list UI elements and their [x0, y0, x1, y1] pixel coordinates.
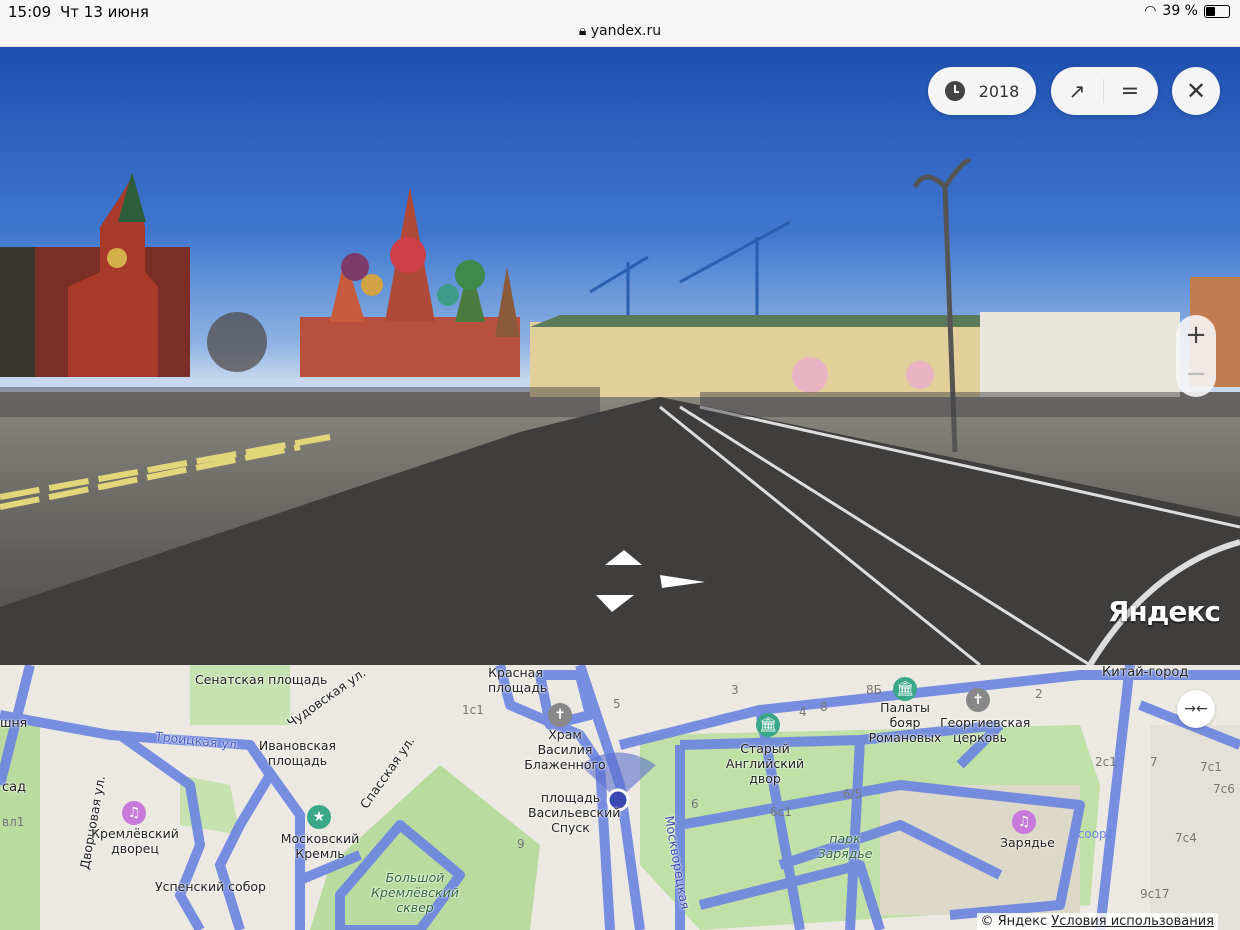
house-number: 1с1 [462, 703, 484, 717]
music-venue-icon[interactable]: ♫ [122, 801, 146, 825]
map-label: Георгиевская церковь [940, 715, 1031, 745]
copyright-text: © Яндекс [980, 914, 1048, 929]
map-label: Старый Английский двор [725, 741, 805, 786]
zoom-out-button[interactable]: − [1176, 356, 1216, 397]
date: Чт 13 июня [60, 3, 149, 21]
clock: 15:09 [8, 3, 52, 21]
house-number: 7с6 [1213, 782, 1235, 796]
share-menu-group: ↗ = [1051, 67, 1158, 115]
map-label: Московский Кремль [280, 831, 360, 861]
house-number: 6с1 [770, 805, 792, 819]
map-label: Палаты бояр Романовых [868, 700, 942, 745]
house-number: 7с1 [1200, 760, 1222, 774]
house-number: 2с1 [1095, 755, 1117, 769]
map-label: Большой Кремлёвский сквер [371, 870, 459, 915]
url-text: yandex.ru [590, 23, 662, 39]
map-label: Успенский собор [155, 879, 266, 894]
house-number: 9 [517, 837, 525, 851]
house-number: 3 [731, 683, 739, 697]
history-year-button[interactable]: 2018 [928, 67, 1036, 115]
year-label: 2018 [978, 81, 1020, 101]
map-label: шня [0, 715, 28, 730]
house-number: 8Б [866, 683, 882, 697]
zoom-in-button[interactable]: + [1176, 315, 1216, 356]
map-copyright: © Яндекс Условия использования [976, 913, 1218, 930]
museum-icon[interactable]: 🏛︎ [893, 677, 917, 701]
wifi-icon: ◠ [1144, 3, 1157, 19]
house-number: 6 [691, 797, 699, 811]
collapse-map-button[interactable]: →← [1177, 690, 1215, 728]
house-number: 7с4 [1175, 831, 1197, 845]
minimap[interactable]: ♫ ★ ✝ 🏛︎ 🏛︎ ✝ ♫ Сенатская площадь Иванов… [0, 665, 1240, 930]
church-icon[interactable]: ✝ [548, 703, 572, 727]
house-number: 6/5 [843, 787, 863, 801]
music-venue-icon[interactable]: ♫ [1012, 810, 1036, 834]
lock-icon: 🔒︎ [578, 23, 591, 39]
street-panorama[interactable]: 2018 ↗ = ✕ + − Яндекс [0, 47, 1240, 665]
map-label: площадь Васильевский Спуск [528, 790, 621, 835]
terms-link[interactable]: Условия использования [1051, 914, 1214, 929]
yandex-watermark: Яндекс [1107, 595, 1221, 628]
house-number: 7 [1150, 755, 1158, 769]
map-label: Храм Василия Блаженного [524, 727, 606, 772]
museum-icon[interactable]: 🏛︎ [756, 713, 780, 737]
house-number: 4 [799, 705, 807, 719]
close-icon: ✕ [1185, 77, 1207, 105]
clock-icon [944, 81, 965, 101]
collapse-arrows-icon: →← [1184, 701, 1208, 717]
house-number: 9с17 [1140, 887, 1170, 901]
status-bar: 15:09 Чт 13 июня 🔒︎ yandex.ru ◠ 39 % [0, 0, 1240, 47]
battery-icon [1204, 4, 1230, 18]
map-label: Китай-город [1102, 665, 1189, 680]
landmark-star-icon[interactable]: ★ [307, 805, 331, 829]
map-label: Сенатская площадь [195, 672, 328, 687]
share-icon[interactable]: ↗ [1051, 79, 1103, 103]
map-label: сад [2, 780, 27, 795]
house-number: 2 [1035, 687, 1043, 701]
map-label: парк Зарядье [817, 831, 873, 861]
church-icon[interactable]: ✝ [966, 688, 990, 712]
battery-percent: 39 % [1162, 3, 1198, 19]
menu-icon[interactable]: = [1104, 79, 1156, 104]
close-button[interactable]: ✕ [1172, 67, 1220, 115]
house-number: 8 [820, 700, 828, 714]
address-bar[interactable]: 🔒︎ yandex.ru [0, 23, 1240, 39]
map-label: Кремлёвский дворец [91, 826, 179, 856]
house-number: 5 [613, 697, 621, 711]
zoom-control: + − [1176, 315, 1216, 397]
map-label: Красная площадь [488, 665, 548, 695]
house-number: вл1 [2, 815, 25, 829]
map-label: Ивановская площадь [258, 738, 337, 768]
panorama-scene [0, 158, 1240, 665]
map-label: Зарядье [1000, 835, 1055, 850]
house-number: 2соор1 [1070, 827, 1115, 841]
